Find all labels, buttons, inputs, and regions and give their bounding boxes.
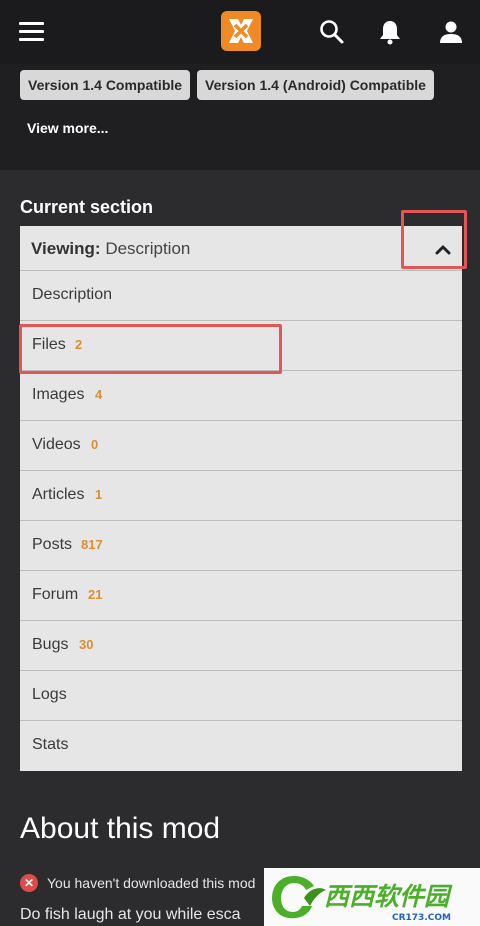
bell-icon[interactable] bbox=[376, 18, 404, 46]
section-item-label: Forum bbox=[32, 586, 79, 603]
section-item-images[interactable]: Images 4 bbox=[20, 371, 462, 421]
section-item-count: 2 bbox=[75, 337, 83, 352]
user-icon[interactable] bbox=[437, 18, 465, 46]
section-item-count: 21 bbox=[88, 587, 103, 602]
section-item-count: 817 bbox=[81, 537, 103, 552]
mod-tags-area: Version 1.4 Compatible Version 1.4 (Andr… bbox=[0, 64, 480, 170]
section-item-count: 1 bbox=[95, 487, 103, 502]
section-item-label: Files bbox=[32, 336, 66, 353]
chevron-up-icon[interactable] bbox=[433, 239, 453, 259]
section-item-label: Images bbox=[32, 386, 85, 403]
download-warning: ✕ You haven't downloaded this mod bbox=[20, 874, 255, 892]
view-more-link[interactable]: View more... bbox=[27, 120, 108, 136]
error-icon: ✕ bbox=[20, 874, 38, 892]
section-item-count: 0 bbox=[91, 437, 99, 452]
current-section-heading: Current section bbox=[20, 197, 154, 217]
viewing-value: Description bbox=[105, 239, 191, 258]
compat-tag[interactable]: Version 1.4 (Android) Compatible bbox=[197, 70, 434, 100]
section-item-count: 4 bbox=[95, 387, 103, 402]
section-item-label: Videos bbox=[32, 436, 81, 453]
section-item-label: Bugs bbox=[32, 636, 69, 653]
about-title: About this mod bbox=[20, 812, 221, 845]
description-text: Do fish laugh at you while esca bbox=[20, 906, 241, 923]
watermark-subtext: CR173.COM bbox=[392, 913, 451, 923]
section-item-files[interactable]: Files 2 bbox=[20, 321, 462, 371]
section-item-logs[interactable]: Logs bbox=[20, 671, 462, 721]
section-item-label: Description bbox=[32, 286, 113, 303]
hamburger-icon[interactable] bbox=[19, 22, 44, 41]
section-item-count: 30 bbox=[79, 637, 94, 652]
warning-text: You haven't downloaded this mod bbox=[47, 875, 256, 891]
viewing-label: Viewing: bbox=[31, 239, 101, 258]
section-item-forum[interactable]: Forum 21 bbox=[20, 571, 462, 621]
section-dropdown: Viewing: Description Description Files 2… bbox=[20, 226, 462, 771]
search-icon[interactable] bbox=[318, 18, 346, 46]
section-item-label: Logs bbox=[32, 686, 67, 703]
section-item-label: Articles bbox=[32, 486, 85, 503]
section-item-videos[interactable]: Videos 0 bbox=[20, 421, 462, 471]
compat-tag[interactable]: Version 1.4 Compatible bbox=[20, 70, 191, 100]
section-item-description[interactable]: Description bbox=[20, 271, 462, 321]
section-item-articles[interactable]: Articles 1 bbox=[20, 471, 462, 521]
nexus-logo-icon[interactable] bbox=[221, 11, 261, 51]
section-item-label: Posts bbox=[32, 536, 73, 553]
viewing-label-wrap: Viewing: Description bbox=[31, 239, 190, 259]
watermark-logo-icon: 西西软件园 CR173.COM bbox=[272, 876, 453, 923]
section-dropdown-toggle[interactable]: Viewing: Description bbox=[20, 226, 462, 271]
watermark-text: 西西软件园 bbox=[324, 882, 453, 911]
section-item-stats[interactable]: Stats bbox=[20, 721, 462, 771]
section-item-posts[interactable]: Posts 817 bbox=[20, 521, 462, 571]
top-navigation-bar bbox=[0, 0, 480, 64]
section-item-bugs[interactable]: Bugs 30 bbox=[20, 621, 462, 671]
watermark: 西西软件园 CR173.COM bbox=[264, 868, 480, 926]
section-item-label: Stats bbox=[32, 736, 69, 753]
